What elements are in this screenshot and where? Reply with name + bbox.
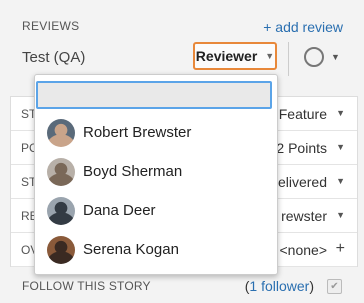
reviewer-dropdown: Robert Brewster Boyd Sherman Dana Deer S… xyxy=(34,74,278,275)
field-value: Feature xyxy=(278,106,327,122)
close-paren: ) xyxy=(309,278,314,294)
follow-story-label: FOLLOW THIS STORY xyxy=(22,279,151,293)
avatar xyxy=(47,196,75,225)
avatar xyxy=(47,235,75,264)
followers-link[interactable]: 1 follower xyxy=(249,278,309,294)
user-name: Robert Brewster xyxy=(83,124,192,141)
user-list: Robert Brewster Boyd Sherman Dana Deer S… xyxy=(35,113,277,269)
chevron-down-icon[interactable]: ▼ xyxy=(336,142,345,152)
chevron-down-icon[interactable]: ▼ xyxy=(336,176,345,186)
field-value: elivered xyxy=(277,174,327,190)
add-review-link[interactable]: + add review xyxy=(263,19,343,35)
user-name: Serena Kogan xyxy=(83,241,179,258)
chevron-down-icon[interactable]: ▼ xyxy=(336,210,345,220)
follow-checkbox[interactable]: ✔ xyxy=(327,279,342,294)
field-value: 2 Points xyxy=(276,140,327,156)
field-value: <none> xyxy=(279,242,328,258)
follow-story-row: FOLLOW THIS STORY (1 follower) ✔ xyxy=(10,272,356,300)
chevron-down-icon[interactable]: ▼ xyxy=(336,108,345,118)
plus-icon[interactable]: + xyxy=(336,240,345,258)
user-item-serena-kogan[interactable]: Serena Kogan xyxy=(35,230,277,269)
chevron-down-icon: ▼ xyxy=(265,51,275,61)
user-item-boyd-sherman[interactable]: Boyd Sherman xyxy=(35,152,277,191)
user-item-dana-deer[interactable]: Dana Deer xyxy=(35,191,277,230)
reviewer-type-label: Reviewer xyxy=(195,48,258,64)
reviewer-search-input[interactable] xyxy=(36,81,272,109)
divider xyxy=(288,42,289,76)
follower-count: (1 follower) xyxy=(245,278,314,294)
reviews-heading: REVIEWS xyxy=(22,19,80,33)
field-value: rewster xyxy=(281,208,327,224)
reviewer-type-select[interactable]: Reviewer ▼ xyxy=(193,42,277,70)
avatar xyxy=(47,118,75,147)
review-status-icon[interactable] xyxy=(304,47,324,67)
user-name: Boyd Sherman xyxy=(83,163,183,180)
user-name: Dana Deer xyxy=(83,202,156,219)
user-item-robert-brewster[interactable]: Robert Brewster xyxy=(35,113,277,152)
reviewer-name: Test (QA) xyxy=(22,49,86,66)
avatar xyxy=(47,157,75,186)
chevron-down-icon[interactable]: ▼ xyxy=(331,52,340,62)
